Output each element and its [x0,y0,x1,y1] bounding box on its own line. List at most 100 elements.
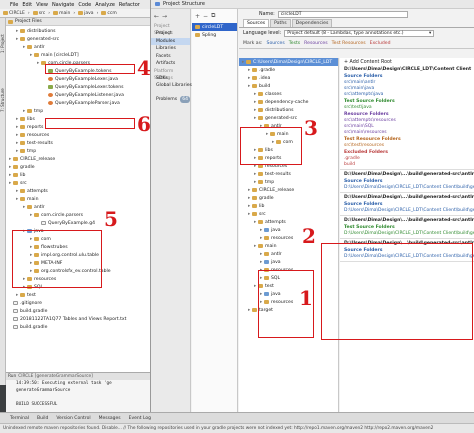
tree-item[interactable]: QueryByExampleLexer.tokens [6,83,150,91]
tree-item[interactable]: ▸ antlr [6,43,150,51]
content-tree-item[interactable]: ▸ resources [239,234,338,242]
tree-item[interactable]: ▸ attempts [6,187,150,195]
folder-entry[interactable]: D:\Users\Dima\Design\CIRCLE_LDT\Content … [340,254,474,260]
tree-item[interactable]: ▸ generated-src [6,35,150,43]
nav-problems[interactable]: Problems 64 [151,95,191,103]
bottom-tab-version-control[interactable]: Version Control [56,416,90,421]
content-tree-item[interactable]: ▸ com [239,138,338,146]
tree-item[interactable]: .gitignore [6,299,150,307]
tree-item[interactable]: ▸ gradle [6,163,150,171]
module-name-input[interactable]: circleLDT [277,10,408,18]
content-tree-item[interactable]: ▸ generated-src [239,114,338,122]
add-icon[interactable]: + [195,13,200,20]
tree-item[interactable]: ▸ flowstrubes [6,243,150,251]
nav-item-facets[interactable]: Facets [151,53,190,61]
tree-item[interactable]: ▸ antlr [6,203,150,211]
tree-item[interactable]: ▸ main [6,195,150,203]
menu-analyze[interactable]: Analyze [95,2,115,8]
content-tree-item[interactable]: ▸ C:\Users\Dima\Design\CIRCLE_LDT [239,58,338,66]
nav-item-libraries[interactable]: Libraries [151,45,190,53]
tree-item[interactable]: ▸ META-INF [6,259,150,267]
nav-item-global-libraries[interactable]: Global Libraries [151,82,192,90]
mark-as-test-resources-button[interactable]: Test Resources [332,41,366,46]
content-tree-item[interactable]: ▸ tmp [239,178,338,186]
content-tree-item[interactable]: ▸ libs [239,146,338,154]
tree-item[interactable]: QueryByExampleParser.java [6,99,150,107]
content-tree-item[interactable]: ▸ antlr [239,122,338,130]
content-tree-item[interactable]: ▸ java [239,258,338,266]
content-tree-item[interactable]: ▸ CIRCLE_release [239,186,338,194]
bottom-tab-messages[interactable]: Messages [99,416,121,421]
content-tree-item[interactable]: ▸ resources [239,298,338,306]
mark-as-excluded-button[interactable]: Excluded [370,41,391,46]
menu-view[interactable]: View [36,2,48,8]
tree-item[interactable]: ▸ tmp [6,107,150,115]
content-tree-item[interactable]: ▸ lib [239,202,338,210]
tree-item[interactable]: ▸ libs [6,115,150,123]
menu-refactor[interactable]: Refactor [119,2,140,8]
add-content-root-button[interactable]: + Add Content Root [340,58,474,66]
tree-item[interactable]: ▸ resources [6,275,150,283]
content-tree-item[interactable]: ▸ gradle [239,194,338,202]
tree-item[interactable]: ▸ lib [6,171,150,179]
project-pane-title[interactable]: Project Files [15,19,42,24]
mark-as-tests-button[interactable]: Tests [289,41,300,46]
content-root-path[interactable]: D:\Users\Dima\Design\...\build\generated… [340,194,474,201]
remove-icon[interactable]: − [203,13,208,20]
tab-dependencies[interactable]: Dependencies [291,19,333,27]
tree-item[interactable]: ▸ com.circle.parsers [6,211,150,219]
tree-item[interactable]: QueryByExampleLexer.java [6,75,150,83]
nav-item-project[interactable]: Project [151,30,190,38]
tree-item[interactable]: ▸ distributions [6,27,150,35]
bottom-tab-event-log[interactable]: Event Log [129,416,151,421]
tree-item[interactable]: ▸ test-results [6,139,150,147]
content-tree-item[interactable]: ▸ main [239,242,338,250]
back-icon[interactable]: ← [154,13,159,20]
copy-icon[interactable]: ⧉ [211,12,215,20]
folder-entry[interactable]: D:\Users\Dima\Design\CIRCLE_LDT\Content … [340,231,474,237]
breadcrumb-item[interactable]: java [78,11,94,16]
tree-item[interactable]: ▸ java [6,227,150,235]
module-item[interactable]: Spling [192,31,237,39]
breadcrumb-item[interactable]: src [32,11,45,16]
tab-sources[interactable]: Sources [243,19,270,27]
content-tree-item[interactable]: ▸ test [239,282,338,290]
tree-item[interactable]: ▸ resources [6,131,150,139]
bottom-tab-terminal[interactable]: Terminal [10,416,29,421]
menu-navigate[interactable]: Navigate [52,2,74,8]
content-root-path[interactable]: D:\Users\Dima\Design\CIRCLE_LDT\Content … [340,66,474,73]
bottom-tab-build[interactable]: Build [37,416,48,421]
menu-file[interactable]: File [10,2,18,8]
tree-item[interactable]: ▸ impl.org.control.ulu.table [6,251,150,259]
tree-item[interactable]: QueryByExample.tokens [6,67,150,75]
tree-item[interactable]: ▸ reports [6,123,150,131]
content-tree-item[interactable]: ▸ java [239,226,338,234]
module-item[interactable]: circleLDT [192,23,237,31]
breadcrumb-item[interactable]: ccm [101,11,117,16]
tree-item[interactable]: ▸ src [6,179,150,187]
content-tree-item[interactable]: ▸ SQL [239,274,338,282]
tree-item[interactable]: QueryByExample.g4 [6,219,150,227]
tree-item[interactable]: 20181122TA1Q77 Tables and Views Report.t… [6,315,150,323]
content-tree-item[interactable]: ▸ build [239,82,338,90]
forward-icon[interactable]: → [162,13,167,20]
content-tree-item[interactable]: ▸ .gradle [239,66,338,74]
tree-item[interactable]: ▸ com [6,235,150,243]
content-tree-item[interactable]: ▸ target [239,306,338,314]
content-tree-item[interactable]: ▸ resources [239,162,338,170]
content-tree-item[interactable]: ▸ src [239,210,338,218]
tree-item[interactable]: ▸ com.circle.parsers [6,59,150,67]
content-tree-item[interactable]: ▸ java [239,290,338,298]
tab-paths[interactable]: Paths [270,19,291,27]
mark-as-sources-button[interactable]: Sources [267,41,285,46]
content-tree-item[interactable]: ▸ reports [239,154,338,162]
content-tree-item[interactable]: ▸ dependency-cache [239,98,338,106]
breadcrumb-item[interactable]: CIRCLE [3,11,25,16]
content-root-path[interactable]: D:\Users\Dima\Design\...\build\generated… [340,217,474,224]
content-tree-item[interactable]: ▸ distributions [239,106,338,114]
content-root-path[interactable]: D:\Users\Dima\Design\...\build\generated… [340,171,474,178]
folder-entry[interactable]: build [340,162,474,168]
content-root-path[interactable]: D:\Users\Dima\Design\...\build\generated… [340,240,474,247]
tree-item[interactable]: ▸ test [6,291,150,299]
content-tree-item[interactable]: ▸ attempts [239,218,338,226]
